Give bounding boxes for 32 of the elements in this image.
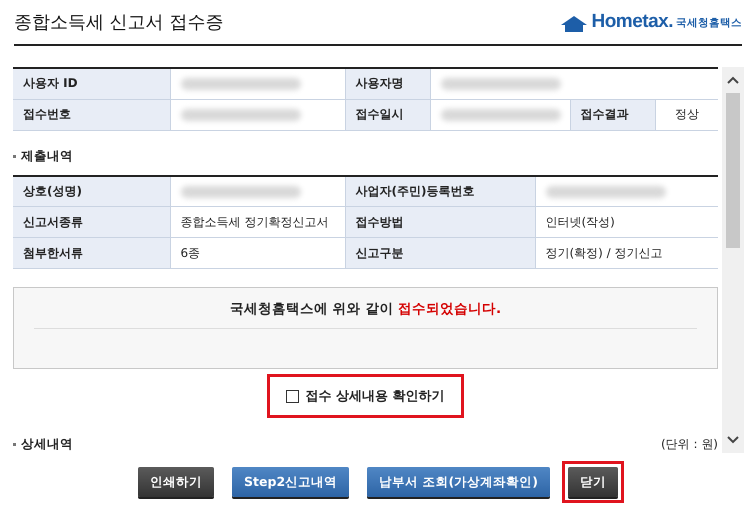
action-button[interactable]: 납부서 조회(가상계좌확인) <box>367 467 550 497</box>
field-label: 신고구분 <box>345 238 535 268</box>
page-title: 종합소득세 신고서 접수증 <box>14 11 224 34</box>
house-icon <box>560 15 588 33</box>
action-button[interactable]: 인쇄하기 <box>138 467 214 497</box>
unit-label: (단위 : 원) <box>660 436 718 452</box>
field-label: 사용자 ID <box>13 68 170 99</box>
field-label: 접수방법 <box>345 206 535 238</box>
field-label: 상호(성명) <box>13 176 170 206</box>
action-button[interactable]: Step2신고내역 <box>232 467 350 497</box>
field-value: 종합소득세 정기확정신고서 <box>170 206 345 238</box>
section-title: 상세내역 <box>13 436 73 452</box>
field-label: 사용자명 <box>345 68 430 99</box>
action-button[interactable]: 닫기 <box>568 467 618 497</box>
field-value: 인터넷(작성) <box>535 206 718 238</box>
field-label: 신고서종류 <box>13 206 170 238</box>
field-label: 첨부한서류 <box>13 238 170 268</box>
field-label: 접수번호 <box>13 99 170 130</box>
section-title: 제출내역 <box>13 148 73 165</box>
field-value: 정상 <box>655 99 718 130</box>
detail-checkbox[interactable]: 접수 상세내용 확인하기 <box>267 374 464 418</box>
field-label: 접수일시 <box>345 99 430 130</box>
field-value: 정기(확정) / 정기신고 <box>535 238 718 268</box>
scroll-up-icon[interactable] <box>726 75 740 85</box>
logo-subtitle: 국세청홈택스 <box>676 16 742 30</box>
logo-text: Hometax. <box>591 11 673 33</box>
field-value: 6종 <box>170 238 345 268</box>
field-label: 사업자(주민)등록번호 <box>345 176 535 206</box>
confirmation-message: 국세청홈택스에 위와 같이 접수되었습니다. <box>34 288 697 329</box>
field-label: 접수결과 <box>570 99 655 130</box>
scroll-down-icon[interactable] <box>726 435 740 445</box>
scrollbar[interactable] <box>722 67 744 453</box>
